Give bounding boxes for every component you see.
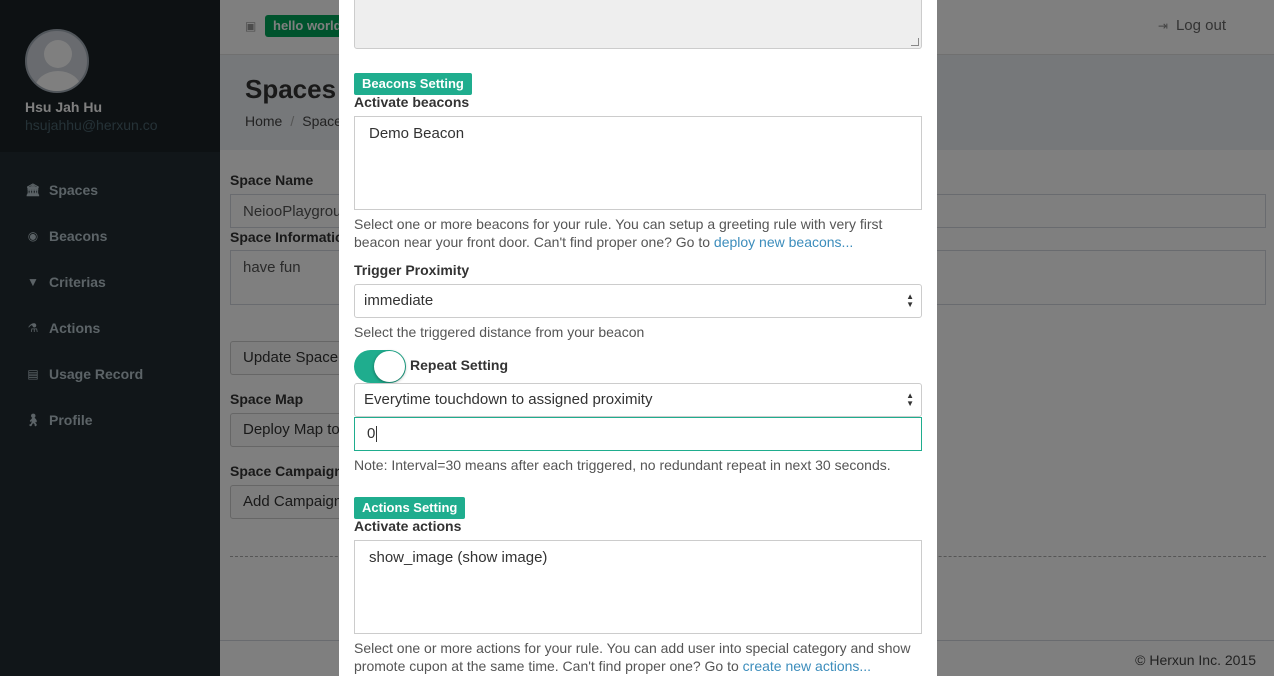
action-option[interactable]: show_image (show image) [369,549,547,566]
repeat-toggle[interactable] [354,350,406,383]
repeat-mode-select[interactable]: Everytime touchdown to assigned proximit… [354,383,922,417]
activate-actions-label: Activate actions [354,518,462,534]
beacons-help: Select one or more beacons for your rule… [354,215,929,251]
trigger-proximity-select[interactable]: immediate ▲ ▼ [354,284,922,318]
trigger-proximity-value: immediate [364,292,434,309]
activate-beacons-label: Activate beacons [354,94,470,110]
repeat-setting-label: Repeat Setting [410,357,509,373]
toggle-knob [374,351,405,382]
beacons-setting-tag: Beacons Setting [354,73,472,95]
actions-multiselect[interactable]: show_image (show image) [354,540,922,634]
actions-setting-tag: Actions Setting [354,497,466,519]
repeat-mode-value: Everytime touchdown to assigned proximit… [364,391,653,408]
resize-grip-icon[interactable] [911,38,919,46]
description-textarea[interactable] [354,0,922,49]
trigger-proximity-label: Trigger Proximity [354,262,470,278]
interval-value: 0 [367,425,376,442]
select-arrows-icon: ▲ ▼ [906,292,914,309]
deploy-beacons-link[interactable]: deploy new beacons... [714,234,853,250]
create-actions-link[interactable]: create new actions... [743,658,871,674]
select-arrows-icon: ▲ ▼ [906,391,914,408]
trigger-help: Select the triggered distance from your … [354,324,645,340]
interval-input[interactable]: 0 [354,417,922,451]
interval-note: Note: Interval=30 means after each trigg… [354,457,891,473]
beacon-option[interactable]: Demo Beacon [369,125,464,142]
beacons-multiselect[interactable]: Demo Beacon [354,116,922,210]
actions-help: Select one or more actions for your rule… [354,639,929,675]
rule-modal: Beacons Setting Activate beacons Demo Be… [339,0,937,676]
